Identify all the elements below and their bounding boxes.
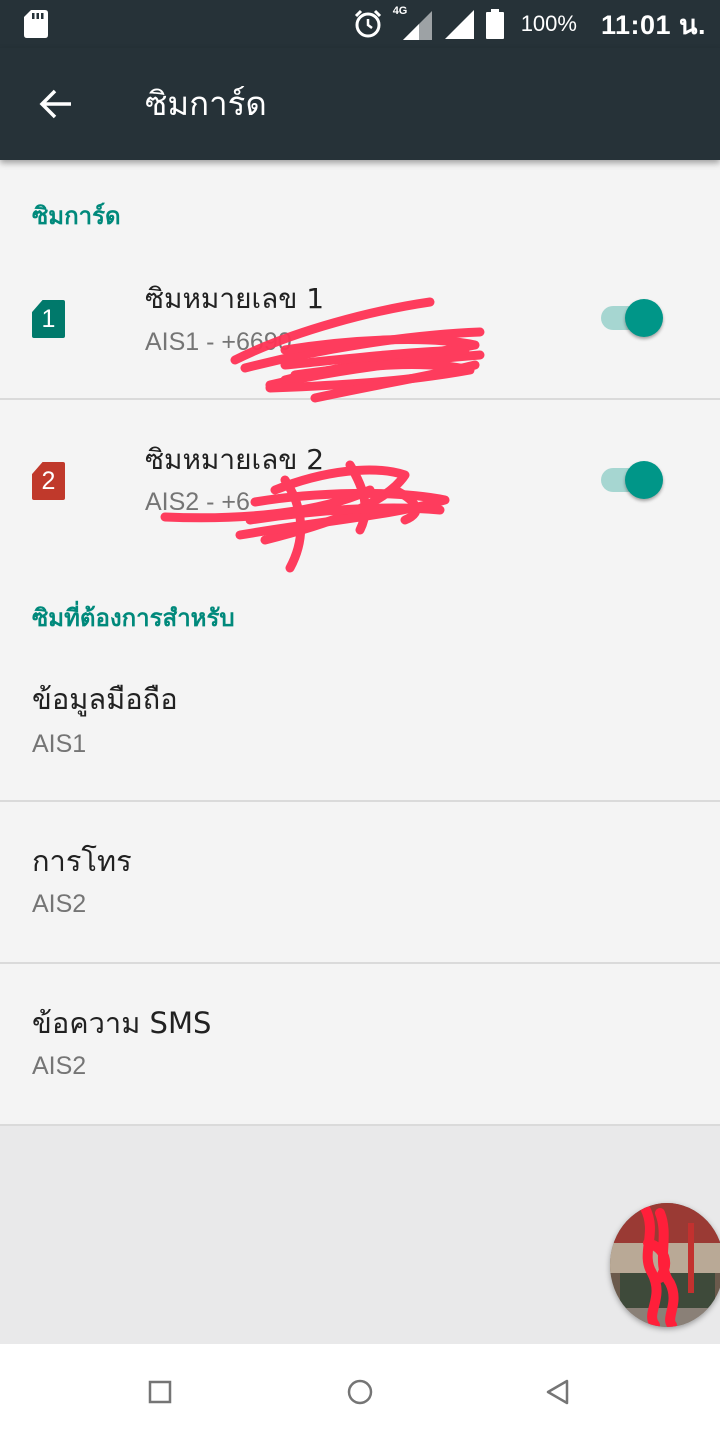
home-button[interactable] [336,1368,384,1416]
signal-strength-icon [444,10,474,39]
sim-1-badge-icon: 1 [32,300,65,338]
pref-calls-value: AIS2 [32,890,87,918]
toggle-thumb [625,299,663,337]
sim-2-title: ซิมหมายเลข 2 [145,443,325,476]
pref-row-sms[interactable]: ข้อความ SMS AIS2 [0,964,720,1124]
arrow-back-icon [39,89,71,119]
bubble-thumbnail-image [610,1203,720,1327]
triangle-back-icon [546,1379,569,1405]
app-bar: ซิมการ์ด [0,48,720,160]
circle-home-icon [347,1379,373,1405]
sim-1-title: ซิมหมายเลข 1 [145,282,325,315]
pref-mobile-data-value: AIS1 [32,730,87,758]
clock: 11:01 น. [600,9,706,40]
sim-2-toggle[interactable] [599,459,667,501]
pref-calls-title: การโทร [32,844,132,878]
sim-row-1[interactable]: 1 ซิมหมายเลข 1 AIS1 - +6690 [0,237,720,399]
nav-back-button[interactable] [534,1368,582,1416]
signal-4g-icon: 4G [393,5,433,41]
battery-percent: 100% [520,11,577,36]
sim-row-2[interactable]: 2 ซิมหมายเลข 2 AIS2 - +6 [0,400,720,562]
pref-sms-value: AIS2 [32,1052,87,1080]
status-bar: 4G 100% 11:01 น. [0,0,720,48]
sd-card-icon [24,10,48,38]
empty-area [0,1126,720,1344]
pref-sms-title: ข้อความ SMS [32,1006,212,1040]
pref-mobile-data-title: ข้อมูลมือถือ [32,682,178,716]
recents-button[interactable] [136,1368,184,1416]
preferred-section-header: ซิมที่ต้องการสำหรับ [32,604,235,632]
sim-1-subtitle: AIS1 - +6690 [145,328,292,356]
pref-row-mobile-data[interactable]: ข้อมูลมือถือ AIS1 [0,642,720,802]
battery-icon [485,9,504,39]
page-title: ซิมการ์ด [145,84,267,123]
alarm-icon [354,9,381,38]
back-button[interactable] [28,76,84,132]
floating-bubble[interactable] [610,1203,720,1327]
sim-2-subtitle: AIS2 - +6 [145,488,250,516]
toggle-thumb [625,461,663,499]
sim-1-toggle[interactable] [599,297,667,339]
square-recents-icon [148,1380,172,1404]
pref-row-calls[interactable]: การโทร AIS2 [0,802,720,962]
sim-2-badge-icon: 2 [32,462,65,500]
sim-section-header: ซิมการ์ด [32,202,121,230]
navigation-bar [0,1344,720,1440]
